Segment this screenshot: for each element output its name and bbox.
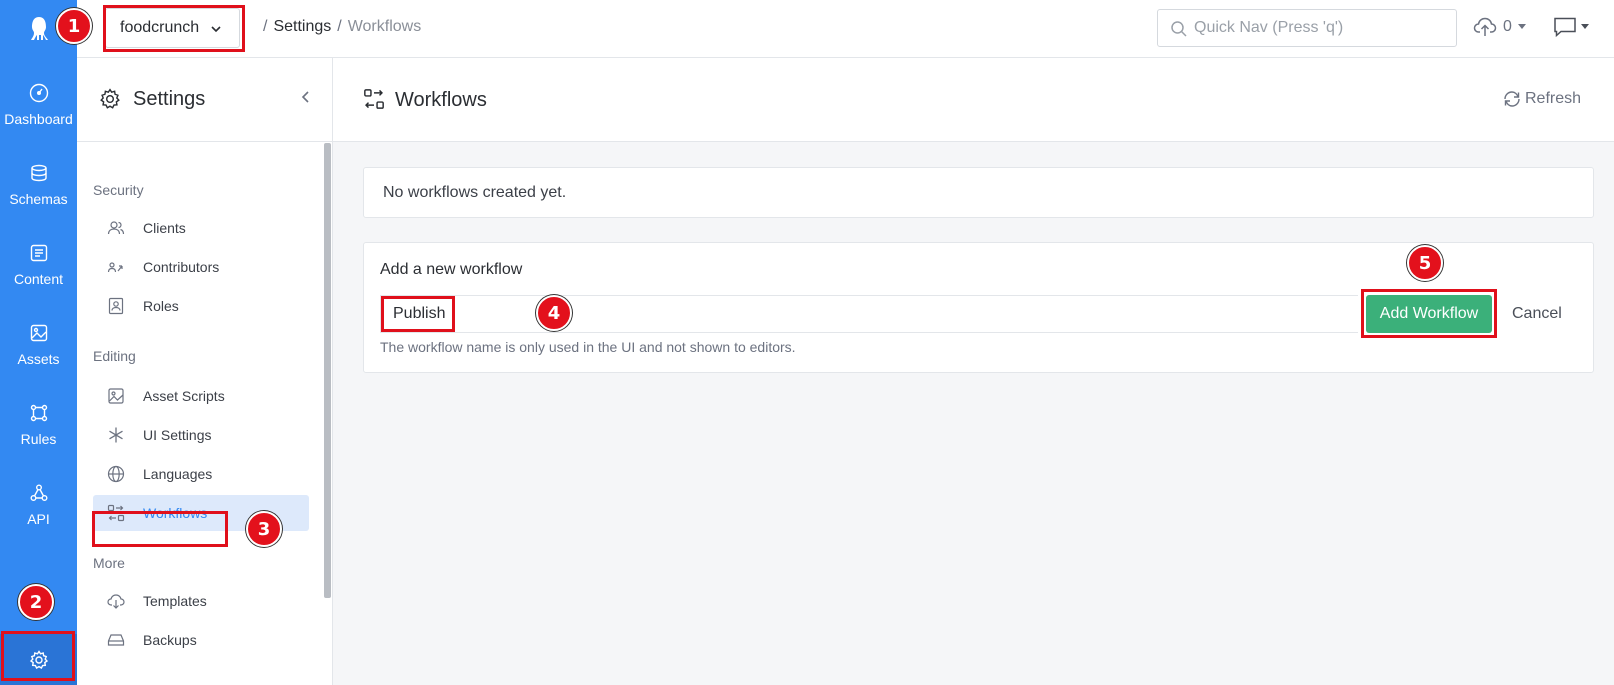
rail-settings-button[interactable] <box>0 634 77 685</box>
workflow-name-hint: The workflow name is only used in the UI… <box>380 339 796 355</box>
refresh-button[interactable]: Refresh <box>1503 90 1581 108</box>
chevron-down-icon <box>211 26 221 33</box>
workflow-icon <box>107 504 125 522</box>
nav-item-asset-scripts[interactable]: Asset Scripts <box>93 378 309 414</box>
annotation-badge-1: 1 <box>56 8 92 44</box>
rail-item-dashboard[interactable]: Dashboard <box>0 70 77 140</box>
chat-bubble-icon <box>1554 17 1576 38</box>
schemas-icon <box>30 164 47 182</box>
squid-logo-icon <box>30 16 48 40</box>
add-workflow-button[interactable]: Add Workflow <box>1366 295 1492 333</box>
breadcrumb: / Settings / Workflows <box>263 18 422 35</box>
id-badge-icon <box>108 297 124 315</box>
nav-item-ui-settings[interactable]: UI Settings <box>93 417 309 453</box>
main-header: Workflows Refresh <box>333 58 1614 142</box>
app-selector-dropdown[interactable]: foodcrunch <box>105 8 240 48</box>
breadcrumb-settings[interactable]: Settings <box>273 18 331 35</box>
rail-item-rules[interactable]: Rules <box>0 390 77 460</box>
top-bar: foodcrunch / Settings / Workflows Quick Nav… <box>77 0 1614 58</box>
nav-item-clients[interactable]: Clients <box>93 210 309 246</box>
workflow-name-input[interactable] <box>380 295 1358 333</box>
api-icon <box>30 484 47 501</box>
rail-item-schemas[interactable]: Schemas <box>0 150 77 220</box>
image-icon <box>108 388 124 404</box>
nav-item-templates[interactable]: Templates <box>93 583 309 619</box>
page-title: Workflows <box>395 89 487 111</box>
rules-icon <box>30 404 47 422</box>
annotation-badge-4: 4 <box>536 295 572 331</box>
nav-item-languages[interactable]: Languages <box>93 456 309 492</box>
hard-drive-icon <box>107 634 125 646</box>
assets-icon <box>30 324 47 342</box>
globe-icon <box>107 465 125 483</box>
settings-panel: Settings Security Clients Contributors R… <box>77 58 333 685</box>
settings-panel-scrollbar[interactable] <box>324 143 331 598</box>
section-security: Security <box>93 182 144 198</box>
annotation-badge-5: 5 <box>1407 245 1443 281</box>
nav-item-backups[interactable]: Backups <box>93 622 309 658</box>
rail-item-api[interactable]: API <box>0 470 77 540</box>
contributors-icon <box>107 262 123 273</box>
chevron-left-icon[interactable] <box>300 90 312 104</box>
main-navigation-rail: Dashboard Schemas Content Assets Rules A… <box>0 0 77 685</box>
cloud-upload-icon <box>1473 17 1497 36</box>
annotation-badge-3: 3 <box>246 511 282 547</box>
app-name: foodcrunch <box>120 19 200 36</box>
settings-panel-title: Settings <box>133 88 206 110</box>
gear-icon <box>100 88 120 109</box>
section-more: More <box>93 555 125 571</box>
cancel-button[interactable]: Cancel <box>1512 305 1562 323</box>
empty-workflows-message: No workflows created yet. <box>363 167 1594 218</box>
nav-item-contributors[interactable]: Contributors <box>93 249 309 285</box>
quick-nav-search-input[interactable]: Quick Nav (Press 'q') <box>1157 9 1457 47</box>
users-icon <box>107 221 125 235</box>
dashboard-icon <box>29 83 48 103</box>
workflow-icon <box>364 89 384 109</box>
upload-status-dropdown[interactable]: 0 <box>1473 16 1526 38</box>
asterisk-icon <box>109 427 123 443</box>
rail-item-content[interactable]: Content <box>0 230 77 300</box>
search-icon <box>1171 21 1187 37</box>
gear-icon <box>29 649 48 669</box>
refresh-icon <box>1504 91 1520 107</box>
caret-down-icon <box>1581 24 1589 29</box>
caret-down-icon <box>1517 24 1526 29</box>
annotation-badge-2: 2 <box>18 584 54 620</box>
add-workflow-title: Add a new workflow <box>380 261 523 278</box>
section-editing: Editing <box>93 348 136 364</box>
settings-panel-header: Settings <box>77 58 332 142</box>
nav-item-roles[interactable]: Roles <box>93 288 309 324</box>
content-icon <box>30 244 47 262</box>
notifications-dropdown[interactable] <box>1553 16 1589 38</box>
breadcrumb-current: Workflows <box>347 18 422 35</box>
upload-count: 0 <box>1503 18 1512 35</box>
rail-item-assets[interactable]: Assets <box>0 310 77 380</box>
cloud-download-icon <box>107 594 125 609</box>
